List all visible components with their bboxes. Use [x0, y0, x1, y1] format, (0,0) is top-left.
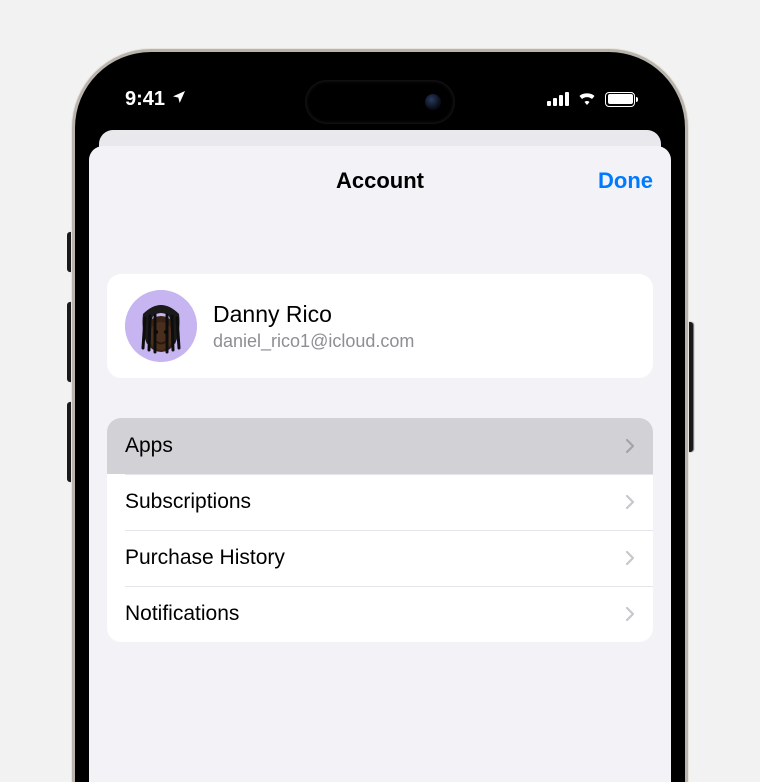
phone-frame: 9:41 — [75, 52, 685, 782]
profile-name: Danny Rico — [213, 301, 414, 328]
account-modal: Account Done — [89, 146, 671, 782]
profile-card: Danny Rico daniel_rico1@icloud.com — [107, 274, 653, 378]
silent-switch — [67, 232, 73, 272]
status-time: 9:41 — [125, 88, 165, 111]
menu-item-label: Apps — [125, 434, 173, 458]
location-arrow-icon — [171, 88, 187, 111]
menu-item-label: Purchase History — [125, 546, 285, 570]
profile-row[interactable]: Danny Rico daniel_rico1@icloud.com — [107, 274, 653, 378]
done-button[interactable]: Done — [598, 168, 653, 194]
dynamic-island — [305, 80, 455, 124]
menu-item-apps[interactable]: Apps — [107, 418, 653, 474]
volume-up-button — [67, 302, 73, 382]
modal-header: Account Done — [89, 160, 671, 204]
chevron-right-icon — [625, 494, 635, 510]
power-button — [687, 322, 693, 452]
front-camera — [425, 94, 441, 110]
menu-item-notifications[interactable]: Notifications — [107, 586, 653, 642]
menu-card: Apps Subscriptions — [107, 418, 653, 642]
phone-mockup: 9:41 — [75, 52, 685, 782]
page-title: Account — [336, 168, 424, 194]
menu-item-purchase-history[interactable]: Purchase History — [107, 530, 653, 586]
profile-email: daniel_rico1@icloud.com — [213, 331, 414, 352]
menu-item-label: Subscriptions — [125, 490, 251, 514]
battery-icon — [605, 92, 635, 107]
wifi-icon — [577, 88, 597, 111]
chevron-right-icon — [625, 606, 635, 622]
menu-item-subscriptions[interactable]: Subscriptions — [107, 474, 653, 530]
chevron-right-icon — [625, 438, 635, 454]
chevron-right-icon — [625, 550, 635, 566]
screen: 9:41 — [89, 66, 671, 782]
volume-down-button — [67, 402, 73, 482]
sheet-stack: Account Done — [89, 122, 671, 782]
avatar — [125, 290, 197, 362]
cellular-signal-icon — [547, 92, 569, 106]
menu-item-label: Notifications — [125, 602, 239, 626]
